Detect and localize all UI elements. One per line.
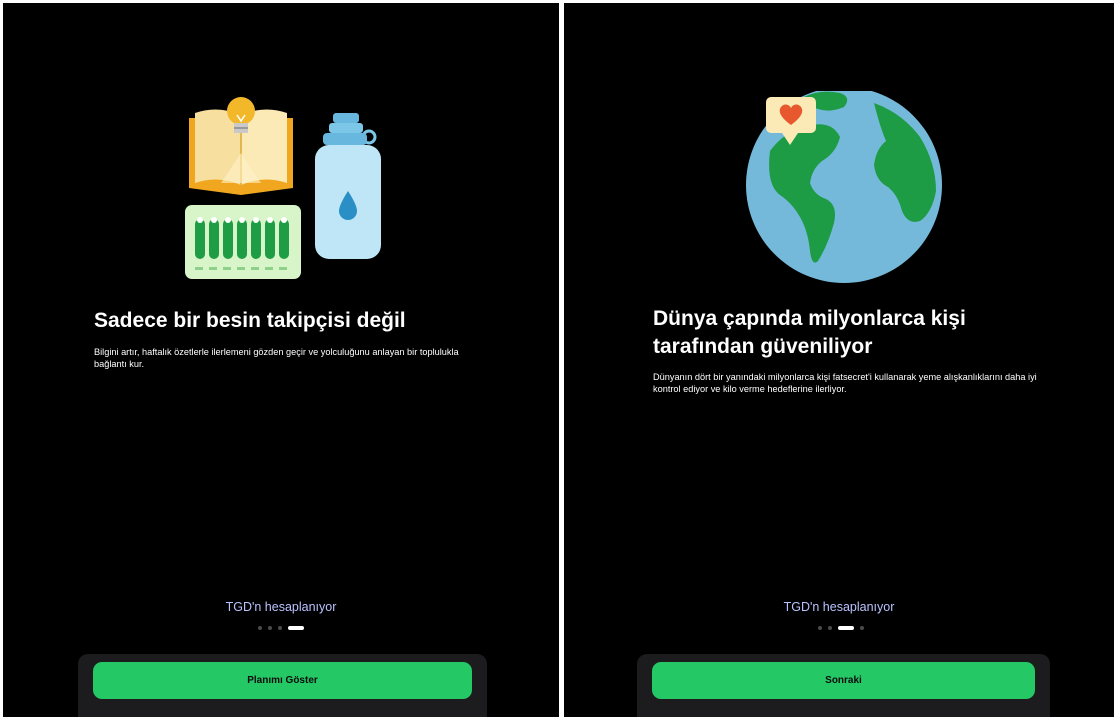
onboarding-description: Dünyanın dört bir yanındaki milyonlarca …	[653, 372, 1037, 394]
next-button[interactable]: Sonraki	[652, 662, 1035, 699]
onboarding-title: Dünya çapında milyonlarca kişi tarafında…	[653, 307, 966, 358]
page-dot-3-active[interactable]	[838, 626, 854, 630]
bottom-sheet: Planımı Göster	[78, 654, 487, 717]
book-bulb-bottle-icon	[181, 93, 391, 283]
calculating-status: TGD'n hesaplanıyor	[783, 600, 895, 614]
bottom-sheet: Sonraki	[637, 654, 1050, 717]
page-dot-2[interactable]	[828, 626, 832, 630]
page-dot-2[interactable]	[268, 626, 272, 630]
onboarding-title: Sadece bir besin takipçisi değil	[94, 309, 406, 332]
calculating-status: TGD'n hesaplanıyor	[225, 600, 337, 614]
page-indicator[interactable]	[258, 625, 304, 631]
page-dot-3[interactable]	[278, 626, 282, 630]
onboarding-screen-1: Sadece bir besin takipçisi değil Bilgini…	[3, 3, 559, 717]
show-plan-button[interactable]: Planımı Göster	[93, 662, 472, 699]
onboarding-description: Bilgini artır, haftalık özetlerle ilerle…	[94, 347, 459, 369]
page-dot-1[interactable]	[818, 626, 822, 630]
page-indicator[interactable]	[818, 625, 864, 631]
page-dot-4-active[interactable]	[288, 626, 304, 630]
page-dot-4[interactable]	[860, 626, 864, 630]
onboarding-screen-2: Dünya çapında milyonlarca kişi tarafında…	[564, 3, 1114, 717]
globe-heart-icon	[740, 87, 946, 287]
page-dot-1[interactable]	[258, 626, 262, 630]
